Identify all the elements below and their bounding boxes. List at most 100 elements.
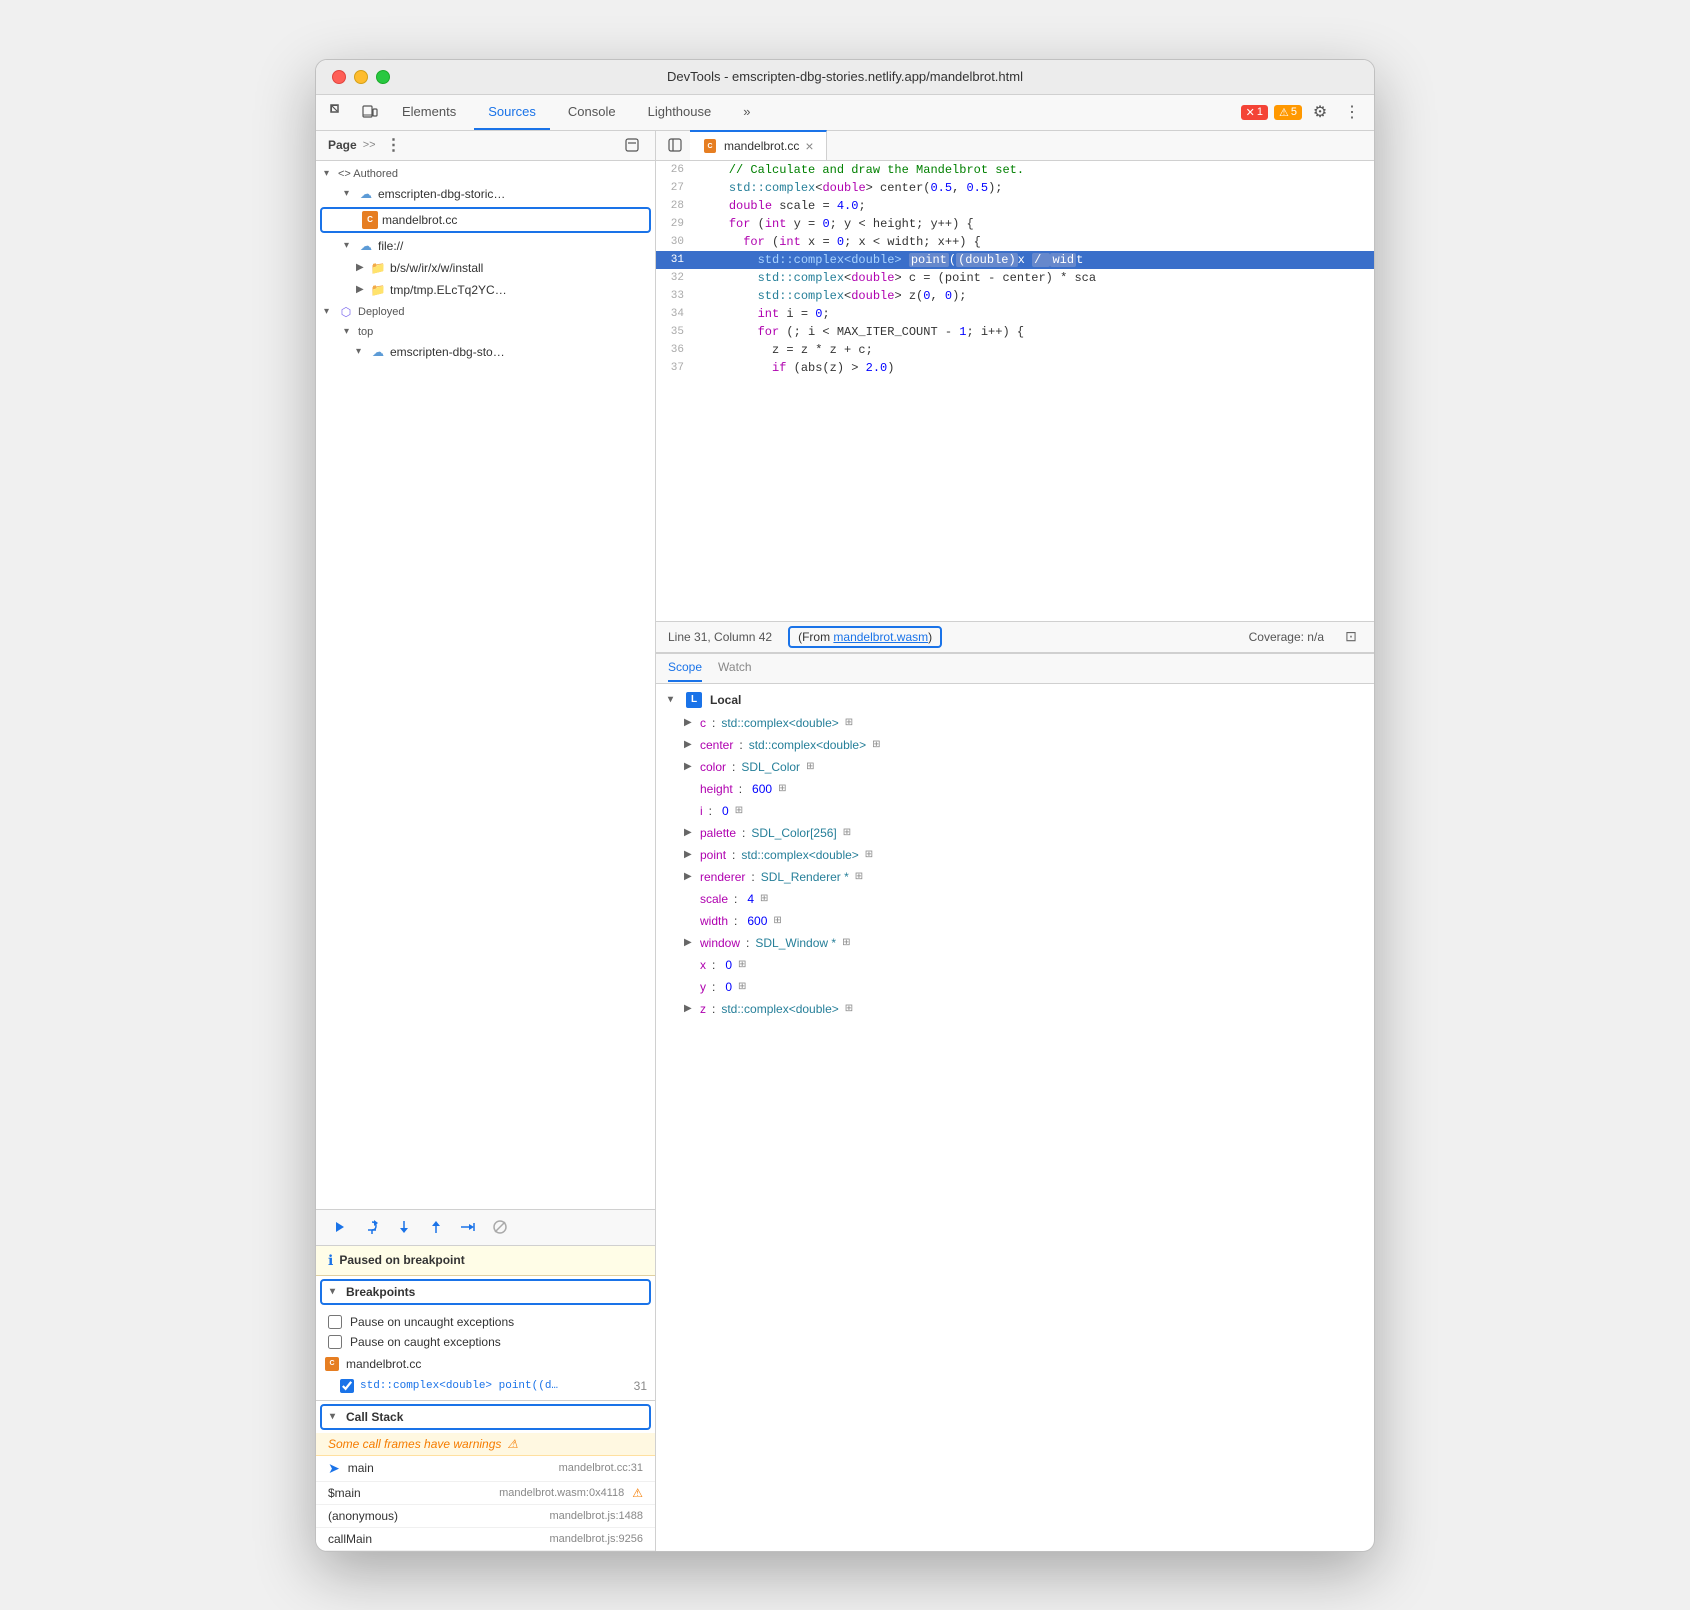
var-color-expand-icon: ⊞ [806, 758, 814, 776]
var-palette-arrow: ▶ [684, 824, 696, 842]
status-from-link[interactable]: mandelbrot.wasm [833, 630, 928, 644]
file-tab-mandelbrot[interactable]: C mandelbrot.cc × [690, 130, 827, 160]
step-button[interactable] [456, 1215, 480, 1239]
bp-entry[interactable]: std::complex<double> point((d… 31 [316, 1376, 655, 1396]
step-into-button[interactable] [392, 1215, 416, 1239]
var-palette[interactable]: ▶ palette : SDL_Color[256] ⊞ [656, 822, 1374, 844]
callstack-frame-3[interactable]: callMain mandelbrot.js:9256 [316, 1528, 655, 1551]
page-options-icon[interactable]: ⋮ [386, 135, 402, 155]
tab-sources[interactable]: Sources [474, 94, 550, 130]
deactivate-breakpoints-button[interactable] [488, 1215, 512, 1239]
cursor-tool-icon[interactable] [324, 98, 352, 126]
more-options-icon[interactable]: ⋮ [1338, 98, 1366, 126]
pause-caught-checkbox[interactable] [328, 1335, 342, 1349]
tree-mandelbrot-cc[interactable]: C mandelbrot.cc [320, 207, 651, 233]
error-icon: ✕ [1246, 106, 1255, 119]
resume-button[interactable] [328, 1215, 352, 1239]
step-out-button[interactable] [424, 1215, 448, 1239]
scope-local-header[interactable]: ▾ L Local [656, 688, 1374, 712]
folder-icon-1: 📁 [370, 260, 386, 276]
frame-loc-0: mandelbrot.cc:31 [559, 1462, 643, 1474]
tab-console[interactable]: Console [554, 94, 630, 130]
tmp-label: tmp/tmp.ELcTq2YC… [390, 283, 507, 297]
settings-icon[interactable]: ⚙ [1306, 98, 1334, 126]
pause-caught-item[interactable]: Pause on caught exceptions [316, 1332, 655, 1352]
tree-top-node[interactable]: ▾ top [316, 323, 655, 341]
collapse-icon[interactable] [621, 134, 643, 156]
var-c[interactable]: ▶ c : std::complex<double> ⊞ [656, 712, 1374, 734]
debug-controls [316, 1210, 655, 1246]
maximize-button[interactable] [376, 70, 390, 84]
var-center[interactable]: ▶ center : std::complex<double> ⊞ [656, 734, 1374, 756]
scope-tabs: Scope Watch [656, 654, 1374, 684]
var-c-arrow: ▶ [684, 714, 696, 732]
top-arrow: ▾ [344, 326, 354, 337]
var-height[interactable]: ▶ height : 600 ⊞ [656, 778, 1374, 800]
var-z[interactable]: ▶ z : std::complex<double> ⊞ [656, 998, 1374, 1020]
tab-file-icon: C [702, 138, 718, 154]
tree-tmp-folder[interactable]: ▶ 📁 tmp/tmp.ELcTq2YC… [316, 279, 655, 301]
tab-scope[interactable]: Scope [668, 654, 702, 682]
step-over-button[interactable] [360, 1215, 384, 1239]
emscripten-deployed-label: emscripten-dbg-sto… [390, 345, 505, 359]
code-editor[interactable]: 26 // Calculate and draw the Mandelbrot … [656, 161, 1374, 621]
var-window[interactable]: ▶ window : SDL_Window * ⊞ [656, 932, 1374, 954]
error-badge[interactable]: ✕ 1 [1241, 105, 1268, 120]
page-more-label[interactable]: >> [363, 139, 376, 151]
var-width-icon: ⊞ [773, 912, 781, 930]
warning-badge[interactable]: ⚠ 5 [1274, 105, 1302, 120]
callstack-header[interactable]: ▾ Call Stack [320, 1404, 651, 1430]
var-y[interactable]: ▶ y : 0 ⊞ [656, 976, 1374, 998]
tab-close-icon[interactable]: × [805, 138, 813, 154]
main-content: Page >> ⋮ ▾ <> Authored [316, 131, 1374, 1551]
tab-lighthouse[interactable]: Lighthouse [634, 94, 726, 130]
callstack-frame-0[interactable]: ➤ main mandelbrot.cc:31 [316, 1456, 655, 1482]
callstack-warning: Some call frames have warnings ⚠ [316, 1433, 655, 1456]
var-scale[interactable]: ▶ scale : 4 ⊞ [656, 888, 1374, 910]
tree-emscripten-node[interactable]: ▾ ☁ emscripten-dbg-storic… [316, 183, 655, 205]
tab-more[interactable]: » [729, 94, 764, 130]
tree-authored-section[interactable]: ▾ <> Authored [316, 165, 655, 183]
file-arrow: ▾ [344, 240, 354, 251]
pause-uncaught-item[interactable]: Pause on uncaught exceptions [316, 1312, 655, 1332]
file-tabs: C mandelbrot.cc × [656, 131, 1374, 161]
status-line-col: Line 31, Column 42 [668, 630, 772, 644]
right-panel: C mandelbrot.cc × 26 // Calculate and dr… [656, 131, 1374, 1551]
left-panel: Page >> ⋮ ▾ <> Authored [316, 131, 656, 1551]
pause-uncaught-checkbox[interactable] [328, 1315, 342, 1329]
tree-install-folder[interactable]: ▶ 📁 b/s/w/ir/x/w/install [316, 257, 655, 279]
var-i[interactable]: ▶ i : 0 ⊞ [656, 800, 1374, 822]
emscripten-deployed-icon: ☁ [370, 344, 386, 360]
var-width[interactable]: ▶ width : 600 ⊞ [656, 910, 1374, 932]
frame-loc-1: mandelbrot.wasm:0x4118 [499, 1487, 624, 1499]
minimize-button[interactable] [354, 70, 368, 84]
page-sub-toolbar: Page >> ⋮ [316, 131, 655, 161]
tree-emscripten-deployed[interactable]: ▾ ☁ emscripten-dbg-sto… [316, 341, 655, 363]
device-mode-icon[interactable] [356, 98, 384, 126]
breakpoints-header[interactable]: ▾ Breakpoints [320, 1279, 651, 1305]
close-button[interactable] [332, 70, 346, 84]
var-color[interactable]: ▶ color : SDL_Color ⊞ [656, 756, 1374, 778]
tab-watch[interactable]: Watch [718, 654, 752, 682]
coverage-icon[interactable]: ⊡ [1340, 626, 1362, 648]
var-x[interactable]: ▶ x : 0 ⊞ [656, 954, 1374, 976]
code-line-29: 29 for (int y = 0; y < height; y++) { [656, 215, 1374, 233]
badge-group: ✕ 1 ⚠ 5 [1241, 105, 1302, 120]
var-i-icon: ⊞ [735, 802, 743, 820]
tab-elements[interactable]: Elements [388, 94, 470, 130]
bp-file-group[interactable]: C mandelbrot.cc [316, 1352, 655, 1376]
sidebar-toggle-icon[interactable] [664, 134, 686, 156]
var-point[interactable]: ▶ point : std::complex<double> ⊞ [656, 844, 1374, 866]
var-center-expand-icon: ⊞ [872, 736, 880, 754]
callstack-frame-2[interactable]: (anonymous) mandelbrot.js:1488 [316, 1505, 655, 1528]
callstack-frame-1[interactable]: $main mandelbrot.wasm:0x4118 ⚠ [316, 1482, 655, 1505]
var-renderer[interactable]: ▶ renderer : SDL_Renderer * ⊞ [656, 866, 1374, 888]
local-label: Local [710, 693, 741, 707]
var-window-arrow: ▶ [684, 934, 696, 952]
frame-loc-3: mandelbrot.js:9256 [549, 1533, 643, 1545]
tree-file-node[interactable]: ▾ ☁ file:// [316, 235, 655, 257]
bp-checkbox[interactable] [340, 1379, 354, 1393]
callstack-label: Call Stack [346, 1410, 403, 1424]
tree-deployed-section[interactable]: ▾ ⬡ Deployed [316, 301, 655, 323]
code-line-33: 33 std::complex<double> z(0, 0); [656, 287, 1374, 305]
